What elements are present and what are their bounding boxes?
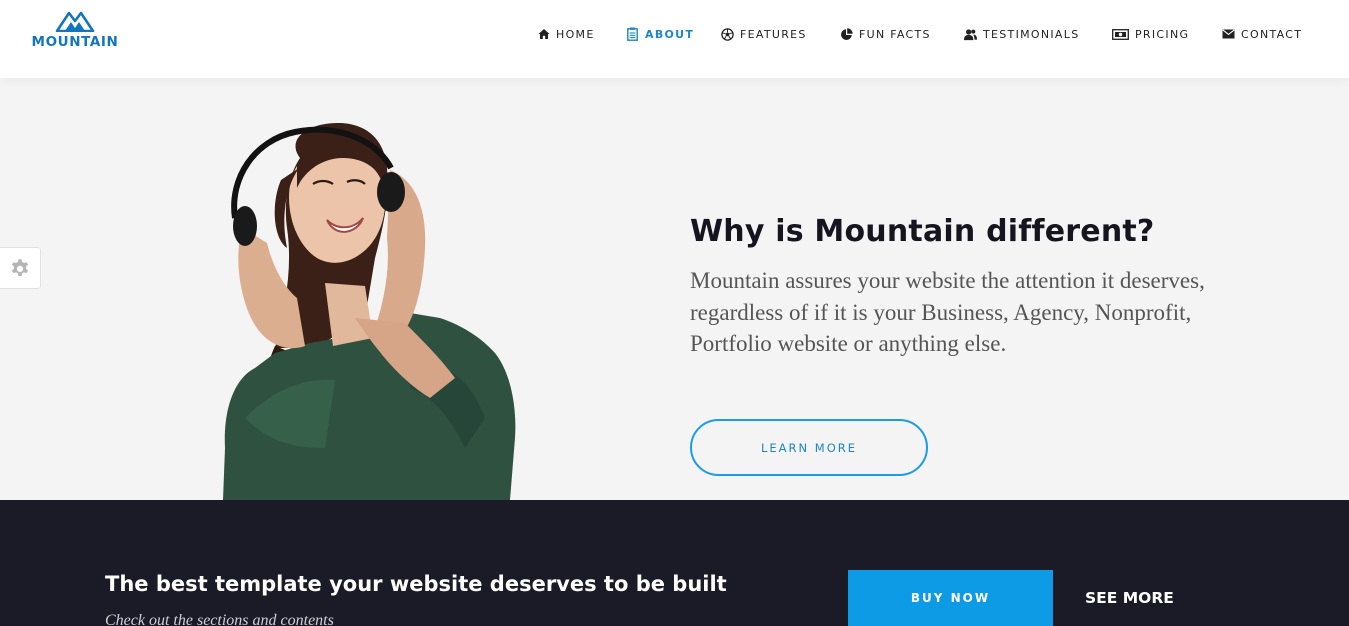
envelope-icon [1222, 28, 1235, 41]
brand-logo[interactable]: MOUNTAIN [30, 10, 120, 56]
buy-now-button[interactable]: BUY NOW [848, 570, 1053, 626]
soccer-ball-icon [721, 27, 734, 41]
gear-icon [11, 259, 29, 276]
about-hero-section: Why is Mountain different? Mountain assu… [0, 78, 1349, 500]
clipboard-icon [626, 27, 639, 41]
cta-subtitle: Check out the sections and contents [105, 612, 334, 626]
nav-item-pricing[interactable]: PRICING [1112, 26, 1189, 42]
see-more-link[interactable]: SEE MORE [1085, 589, 1174, 607]
nav-item-features[interactable]: FEATURES [721, 26, 807, 42]
nav-item-testimonials[interactable]: TESTIMONIALS [964, 26, 1079, 42]
nav-item-label: FEATURES [740, 27, 807, 41]
hero-title: Why is Mountain different? [690, 214, 1155, 249]
nav-item-label: HOME [556, 27, 595, 41]
settings-toggle[interactable] [0, 247, 41, 289]
woman-with-headphones-photo [223, 122, 516, 500]
nav-item-about[interactable]: ABOUT [626, 26, 694, 42]
home-icon [537, 28, 550, 41]
nav-item-contact[interactable]: CONTACT [1222, 26, 1302, 42]
nav-item-fun-facts[interactable]: FUN FACTS [840, 26, 931, 42]
users-icon [964, 28, 977, 41]
cta-band: The best template your website deserves … [0, 500, 1349, 626]
nav-item-home[interactable]: HOME [537, 26, 595, 42]
nav-item-label: CONTACT [1241, 27, 1303, 41]
cta-title: The best template your website deserves … [105, 572, 727, 596]
nav-item-label: TESTIMONIALS [983, 27, 1080, 41]
learn-more-button[interactable]: LEARN MORE [690, 419, 928, 476]
hero-description: Mountain assures your website the attent… [690, 268, 1205, 356]
nav-item-label: ABOUT [645, 27, 695, 41]
site-header: MOUNTAIN HOME ABOUT FEATURES FUN FACTS T… [0, 0, 1349, 78]
brand-name: MOUNTAIN [31, 34, 119, 50]
pie-chart-icon [840, 27, 853, 41]
nav-item-label: PRICING [1135, 27, 1190, 41]
mountain-logo-icon [55, 11, 95, 32]
money-icon [1112, 28, 1129, 41]
nav-item-label: FUN FACTS [859, 27, 931, 41]
